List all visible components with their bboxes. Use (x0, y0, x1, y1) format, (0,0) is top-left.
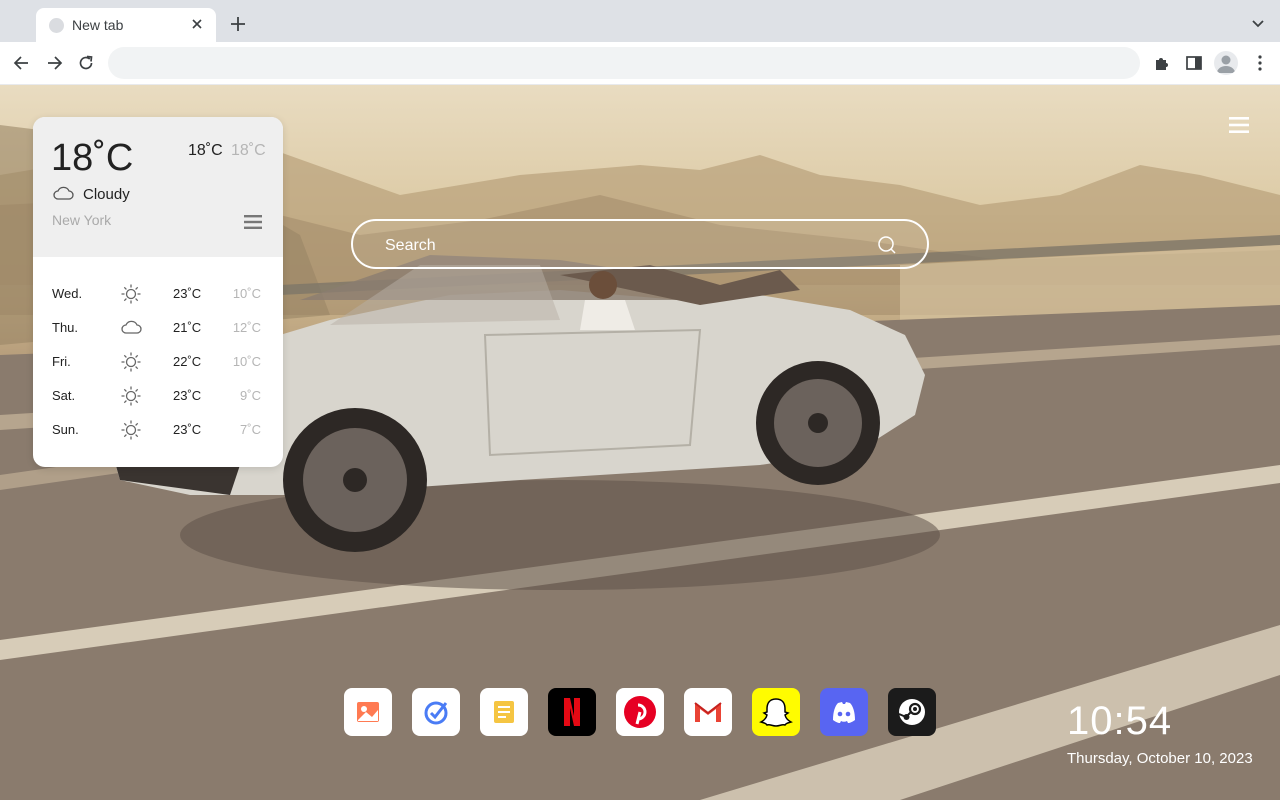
forecast-row: Sat. 23˚C 9˚C (33, 379, 283, 413)
weather-menu-icon[interactable] (243, 214, 263, 230)
sun-icon (121, 386, 141, 406)
extensions-puzzle-icon[interactable] (1152, 53, 1172, 73)
close-tab-icon[interactable] (188, 15, 206, 33)
new-tab-page: 18˚C 18˚C 18˚C Cloudy New York Wed. 23˚C… (0, 85, 1280, 800)
tab-search-chevron-down-icon[interactable] (1250, 16, 1266, 32)
profile-avatar-icon[interactable] (1214, 51, 1238, 75)
side-panel-icon[interactable] (1184, 53, 1204, 73)
checkmark-app-icon[interactable] (412, 688, 460, 736)
weather-forecast-list: Wed. 23˚C 10˚C Thu. 21˚C 12˚C Fri. 22˚C … (33, 277, 283, 447)
pinterest-icon[interactable] (616, 688, 664, 736)
forecast-low: 9˚C (240, 388, 261, 403)
forecast-day: Sun. (52, 422, 79, 437)
browser-toolbar (0, 42, 1280, 85)
forecast-row: Sun. 23˚C 7˚C (33, 413, 283, 447)
today-low: 18˚C (231, 142, 266, 159)
weather-city: New York (52, 212, 112, 228)
search-box[interactable] (351, 219, 929, 269)
back-arrow-icon[interactable] (12, 53, 32, 73)
sun-icon (121, 420, 141, 440)
menu-hamburger-icon[interactable] (1229, 116, 1249, 134)
steam-icon[interactable] (888, 688, 936, 736)
forecast-low: 7˚C (240, 422, 261, 437)
forecast-day: Fri. (52, 354, 71, 369)
more-vertical-icon[interactable] (1250, 53, 1270, 73)
weather-condition: Cloudy (83, 186, 130, 203)
forecast-low: 10˚C (232, 354, 261, 369)
address-bar[interactable] (108, 47, 1140, 79)
forecast-row: Thu. 21˚C 12˚C (33, 311, 283, 345)
forecast-high: 23˚C (173, 286, 202, 301)
reload-icon[interactable] (76, 53, 96, 73)
forecast-row: Fri. 22˚C 10˚C (33, 345, 283, 379)
search-icon[interactable] (877, 235, 897, 255)
sun-icon (121, 284, 141, 304)
netflix-icon[interactable] (548, 688, 596, 736)
forecast-day: Thu. (52, 320, 79, 335)
search-input[interactable] (383, 233, 867, 259)
today-high: 18˚C (188, 142, 223, 159)
tab-strip: New tab (0, 0, 1280, 42)
forecast-low: 10˚C (232, 286, 261, 301)
weather-current: 18˚C 18˚C 18˚C Cloudy New York (33, 117, 283, 257)
forecast-row: Wed. 23˚C 10˚C (33, 277, 283, 311)
discord-icon[interactable] (820, 688, 868, 736)
forecast-day: Sat. (52, 388, 76, 403)
snapchat-icon[interactable] (752, 688, 800, 736)
forecast-high: 22˚C (173, 354, 202, 369)
weather-widget[interactable]: 18˚C 18˚C 18˚C Cloudy New York Wed. 23˚C… (33, 117, 283, 467)
forecast-high: 23˚C (173, 388, 202, 403)
forecast-low: 12˚C (232, 320, 261, 335)
forecast-day: Wed. (52, 286, 83, 301)
wallpaper-app-icon[interactable] (344, 688, 392, 736)
cloud-icon (121, 320, 142, 334)
clock-date: Thursday, October 10, 2023 (1067, 750, 1253, 767)
forward-arrow-icon[interactable] (44, 53, 64, 73)
cloud-icon (53, 186, 74, 200)
clock-time: 10:54 (1067, 699, 1173, 743)
sun-icon (121, 352, 141, 372)
forecast-high: 23˚C (173, 422, 202, 437)
tab-favicon-icon (49, 18, 64, 33)
tab-new-tab[interactable]: New tab (36, 8, 216, 42)
notes-app-icon[interactable] (480, 688, 528, 736)
tab-title: New tab (72, 17, 124, 33)
gmail-icon[interactable] (684, 688, 732, 736)
forecast-high: 21˚C (173, 320, 202, 335)
current-temperature: 18˚C (51, 137, 134, 179)
new-tab-plus-icon[interactable] (228, 14, 248, 34)
